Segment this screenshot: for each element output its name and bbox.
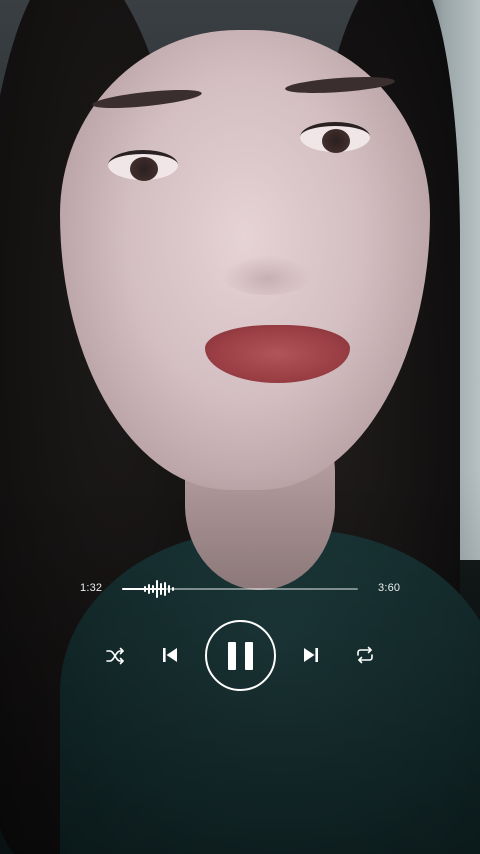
skip-previous-icon: [163, 648, 177, 662]
play-pause-button[interactable]: [205, 620, 276, 691]
total-time: 3:60: [378, 582, 401, 594]
skip-next-icon: [304, 648, 318, 662]
shuffle-button[interactable]: [103, 644, 127, 668]
music-player-overlay: 1:32 3:60: [0, 0, 480, 854]
repeat-icon: [357, 646, 373, 664]
next-button[interactable]: [298, 642, 324, 668]
pause-icon: [228, 641, 253, 670]
repeat-button[interactable]: [352, 643, 378, 667]
shuffle-icon: [106, 647, 124, 665]
waveform-scrubber-icon[interactable]: [143, 579, 175, 599]
elapsed-time: 1:32: [80, 582, 103, 594]
previous-button[interactable]: [157, 642, 183, 668]
